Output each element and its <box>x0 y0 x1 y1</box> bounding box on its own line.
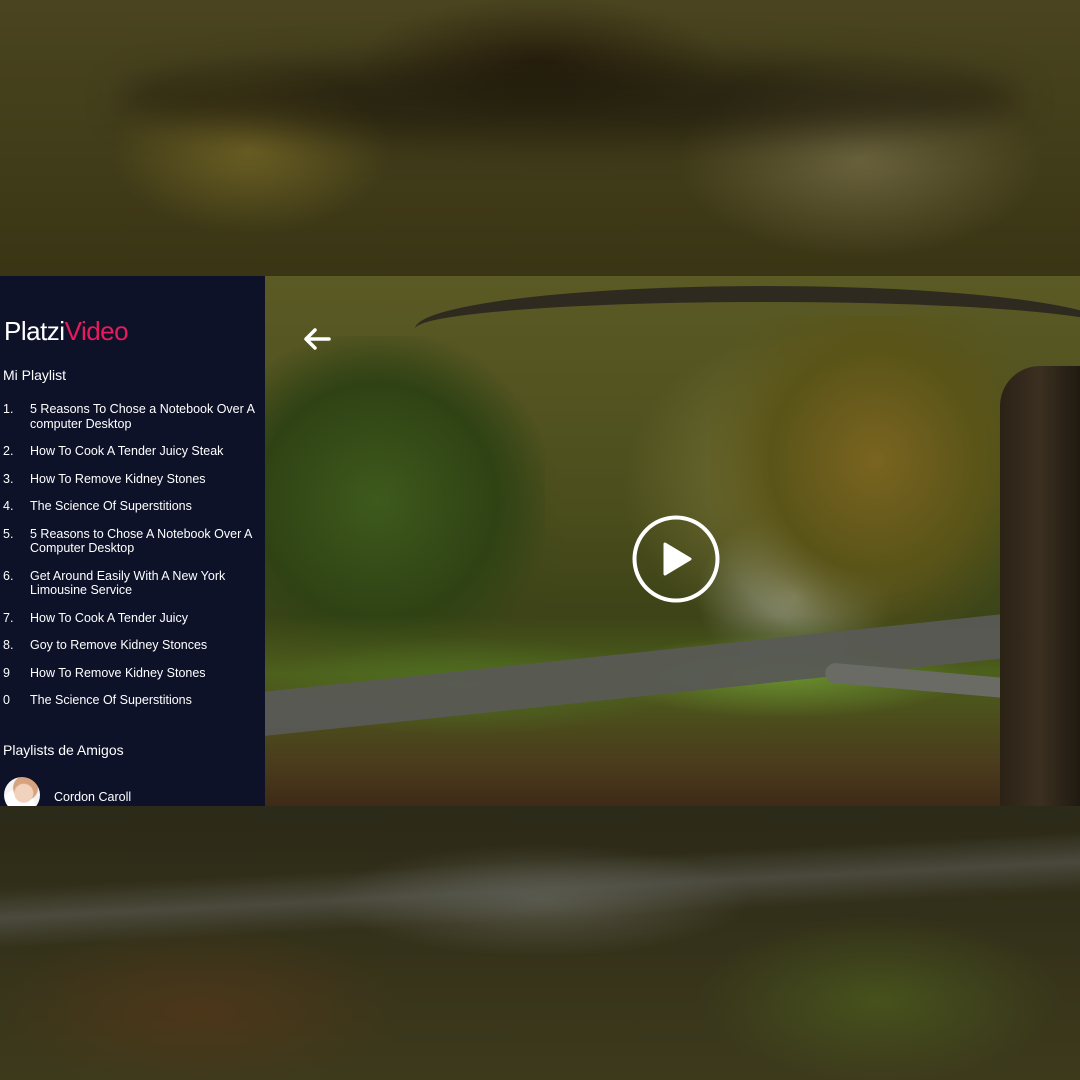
playlist-item[interactable]: 7. How To Cook A Tender Juicy <box>3 611 258 626</box>
sidebar: PlatziVideo Mi Playlist 1. 5 Reasons To C… <box>0 276 265 806</box>
playlist-item[interactable]: 4. The Science Of Superstitions <box>3 499 258 514</box>
logo-text-platzi: Platzi <box>4 316 65 346</box>
playlist-item-title: How To Remove Kidney Stones <box>30 665 206 680</box>
screen: PlatziVideo Mi Playlist 1. 5 Reasons To C… <box>0 0 1080 1080</box>
playlist-item-number: 2. <box>3 444 14 458</box>
arrow-left-icon[interactable] <box>302 326 332 352</box>
blurred-branch <box>120 60 1020 140</box>
friends-playlists-title: Playlists de Amigos <box>3 742 124 758</box>
playlist-item-number: 0 <box>3 693 10 707</box>
video-player[interactable] <box>265 276 1080 806</box>
playlist-item-number: 4. <box>3 499 14 513</box>
playlist-item[interactable]: 0 The Science Of Superstitions <box>3 693 258 708</box>
playlist-item[interactable]: 1. 5 Reasons To Chose a Notebook Over A c… <box>3 402 258 431</box>
playlist-item-title: The Science Of Superstitions <box>30 693 192 707</box>
playlist-item-number: 3. <box>3 471 14 486</box>
playlist-item-number: 6. <box>3 568 14 583</box>
video-tree-trunk <box>1000 366 1080 806</box>
friend-name: Cordon Caroll <box>54 790 132 804</box>
playlist-item-title: 5 Reasons To Chose a Notebook Over A com… <box>30 402 255 431</box>
my-playlist: 1. 5 Reasons To Chose a Notebook Over A c… <box>3 402 258 721</box>
playlist-item-title: Get Around Easily With A New York Limous… <box>30 568 226 598</box>
playlist-item-title: How To Cook A Tender Juicy <box>30 610 188 625</box>
playlist-item[interactable]: 2. How To Cook A Tender Juicy Steak <box>3 444 258 459</box>
playlist-item[interactable]: 9 How To Remove Kidney Stones <box>3 666 258 681</box>
my-playlist-title: Mi Playlist <box>3 367 67 383</box>
playlist-item-number: 5. <box>3 526 14 541</box>
app-window: PlatziVideo Mi Playlist 1. 5 Reasons To C… <box>0 276 1080 806</box>
playlist-item-number: 7. <box>3 610 14 625</box>
play-circle-icon[interactable] <box>632 515 720 603</box>
app-logo[interactable]: PlatziVideo <box>4 316 129 347</box>
playlist-item-title: How To Cook A Tender Juicy Steak <box>30 444 224 458</box>
playlist-item[interactable]: 5. 5 Reasons to Chose A Notebook Over A C… <box>3 527 258 556</box>
video-branch <box>415 286 1080 372</box>
logo-text-video: Video <box>64 316 129 346</box>
friend-playlist-item[interactable]: Cordon Caroll <box>4 777 131 806</box>
avatar <box>4 777 40 806</box>
playlist-item-title: How To Remove Kidney Stones <box>30 471 206 486</box>
playlist-item-number: 8. <box>3 638 14 652</box>
playlist-item-title: 5 Reasons to Chose A Notebook Over A Com… <box>30 526 252 556</box>
playlist-item-number: 1. <box>3 402 14 416</box>
playlist-item[interactable]: 6. Get Around Easily With A New York Limo… <box>3 569 258 598</box>
playlist-item-title: Goy to Remove Kidney Stonces <box>30 638 208 652</box>
playlist-item-number: 9 <box>3 665 10 680</box>
playlist-item[interactable]: 8. Goy to Remove Kidney Stonces <box>3 638 258 653</box>
playlist-item[interactable]: 3. How To Remove Kidney Stones <box>3 472 258 487</box>
playlist-item-title: The Science Of Superstitions <box>30 499 192 513</box>
